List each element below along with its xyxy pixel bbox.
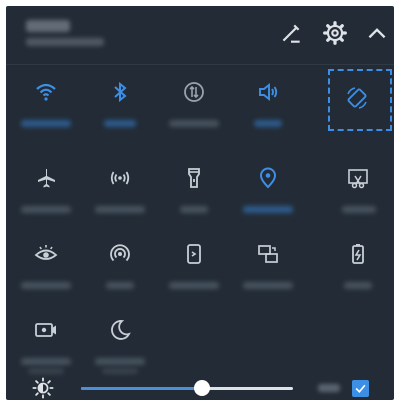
bluetooth-icon (114, 81, 127, 103)
brightness-slider-thumb[interactable] (193, 380, 210, 396)
date-time-blurred (26, 20, 70, 32)
tile-label-blurred (169, 120, 219, 127)
brightness-slider-fill (81, 387, 202, 390)
tile-label-blurred (21, 358, 71, 365)
tile-screen-mirror[interactable] (238, 234, 298, 304)
brightness-row (6, 376, 394, 400)
battery-saver-icon (352, 244, 364, 264)
tile-airplane-mode[interactable] (16, 158, 76, 228)
tile-screen-recorder[interactable] (16, 310, 76, 380)
tile-label-blurred (104, 120, 136, 127)
edit-icon[interactable] (278, 20, 304, 46)
tile-hotspot[interactable] (90, 158, 150, 228)
tile-label-blurred (254, 120, 282, 127)
tile-label-blurred (106, 282, 134, 289)
quick-settings-panel (6, 6, 394, 400)
tile-label-blurred (344, 282, 372, 289)
tile-label-blurred (95, 206, 145, 213)
mobile-data-icon (184, 82, 204, 102)
auto-brightness-checkbox[interactable] (352, 380, 369, 397)
auto-brightness-label-blurred (318, 384, 340, 392)
tile-screenshot[interactable] (328, 158, 388, 228)
tile-label-blurred (169, 282, 219, 289)
screen-recorder-icon (35, 323, 56, 337)
tile-label-blurred (180, 206, 208, 213)
collapse-chevron-up-icon[interactable] (364, 20, 390, 46)
tile-label-blurred (21, 120, 71, 127)
screenshot-scissors-icon (348, 169, 368, 189)
moon-icon (111, 320, 131, 340)
tile-wifi[interactable] (16, 72, 76, 142)
auto-rotate-highlight-box (328, 69, 392, 131)
sound-icon (259, 83, 278, 101)
tile-label-blurred (243, 206, 293, 213)
tile-location[interactable] (238, 158, 298, 228)
tile-bluetooth[interactable] (90, 72, 150, 142)
screen-mirror-icon (258, 245, 278, 263)
tile-flashlight[interactable] (164, 158, 224, 228)
wifi-icon (36, 83, 56, 101)
checkmark-icon (355, 384, 366, 393)
tile-label-blurred (21, 282, 71, 289)
multi-screen-icon (187, 244, 201, 264)
tile-label-line2-blurred (28, 368, 64, 374)
date-subtitle-blurred (26, 38, 104, 46)
tile-label-blurred (243, 282, 293, 289)
tile-do-not-disturb[interactable] (90, 310, 150, 380)
tile-sound[interactable] (238, 72, 298, 142)
airplane-icon (38, 169, 55, 188)
nfc-icon (110, 244, 130, 262)
tile-mobile-data[interactable] (164, 72, 224, 142)
hotspot-icon (110, 171, 130, 185)
tile-multi-screen[interactable] (164, 234, 224, 304)
brightness-icon (32, 377, 54, 399)
tile-eye-comfort[interactable] (16, 234, 76, 304)
flashlight-icon (188, 168, 200, 188)
tile-label-blurred (342, 206, 376, 213)
eye-comfort-icon (34, 245, 58, 260)
location-pin-icon (259, 167, 277, 189)
tile-label-blurred (95, 358, 145, 365)
tile-label-blurred (21, 206, 71, 213)
tile-nfc[interactable] (90, 234, 150, 304)
header-divider (6, 64, 394, 65)
settings-gear-icon[interactable] (322, 20, 348, 46)
tile-label-line2-blurred (102, 368, 138, 374)
panel-header (6, 6, 394, 62)
tile-battery-saver[interactable] (328, 234, 388, 304)
